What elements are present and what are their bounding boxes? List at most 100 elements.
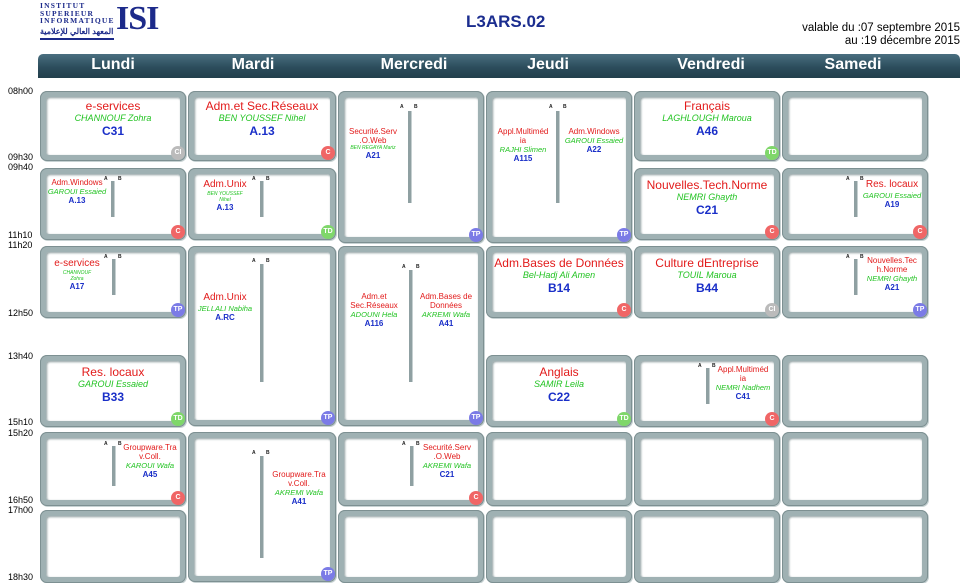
session-type-badge: C <box>765 225 779 239</box>
group-b-label: B <box>414 104 418 110</box>
slot-saturday-0940[interactable]: A B Res. locaux GAROUI Essaied A19 C <box>782 168 928 240</box>
room-label: C31 <box>101 124 124 138</box>
slot-wednesday-1520[interactable]: A B Securité.Serv .O.Web AKREMI Wafa C21… <box>338 432 484 506</box>
slot-monday-1520[interactable]: A B Groupware.Tra v.Coll. KAROUI Wafa A4… <box>40 432 186 506</box>
time-1510: 15h10 <box>8 417 34 427</box>
slot-friday-1120[interactable]: Culture dEntreprise TOUIL Maroua B44 CI <box>634 246 780 318</box>
slot-tuesday-1520[interactable]: A B Groupware.Tra v.Coll. AKREMI Wafa A4… <box>188 432 336 582</box>
subject-label: Adm.et Sec.Réseaux <box>205 99 319 113</box>
slot-tuesday-1120[interactable]: A B Adm.Unix JELLALI Nabiha A.RC TP <box>188 246 336 426</box>
subject-label: Adm.Bases de Données <box>494 256 624 270</box>
slot-saturday-1340-empty[interactable] <box>782 355 928 427</box>
room-label: C21 <box>439 470 455 479</box>
slot-monday-0800[interactable]: e-services CHANNOUF Zohra C31 CI <box>40 91 186 161</box>
session-type-badge: TP <box>913 303 927 317</box>
subject-label-line-1: Securité.Serv <box>348 127 398 136</box>
session-type-badge: C <box>171 491 185 505</box>
group-divider <box>260 181 263 217</box>
subject-label: Res. locaux <box>81 365 145 379</box>
slot-wednesday-1120[interactable]: A B Adm.et Sec.Réseaux ADOUNI Hela A116 … <box>338 246 484 426</box>
day-saturday: Samedi <box>824 56 882 73</box>
time-1700: 17h00 <box>8 505 34 515</box>
slot-thursday-1520-empty[interactable] <box>486 432 632 506</box>
group-a-room: A116 <box>364 319 384 328</box>
teacher-label: NEMRI Ghayth <box>866 274 918 283</box>
slot-saturday-1520-empty[interactable] <box>782 432 928 506</box>
session-type-badge: TD <box>765 146 779 160</box>
room-label: A.13 <box>216 203 234 212</box>
slot-thursday-0800[interactable]: A B Appl.Multiméd ia RAJHI Slimen A115 A… <box>486 91 632 243</box>
group-a-room: A115 <box>513 154 533 163</box>
session-type-badge: C <box>171 225 185 239</box>
valid-to: au :19 décembre 2015 <box>844 35 960 47</box>
group-divider <box>706 368 709 404</box>
slot-monday-1700-empty[interactable] <box>40 510 186 583</box>
group-b-label: B <box>266 258 270 264</box>
teacher-label: Bel-Hadj Ali Amen <box>522 270 596 280</box>
session-type-badge: C <box>913 225 927 239</box>
slot-thursday-1700-empty[interactable] <box>486 510 632 583</box>
slot-tuesday-0940[interactable]: A B Adm.Unix BEN YOUSSEF Nihel A.13 TD <box>188 168 336 240</box>
slot-saturday-0800-empty[interactable] <box>782 91 928 161</box>
slot-friday-1340[interactable]: A B Appl.Multiméd ia NEMRI Nadhem C41 C <box>634 355 780 427</box>
subject-label-line-1: Securité.Serv <box>422 443 472 452</box>
session-type-badge: TD <box>321 225 335 239</box>
session-type-badge: C <box>469 491 483 505</box>
slot-saturday-1700-empty[interactable] <box>782 510 928 583</box>
subject-label: Français <box>683 99 730 113</box>
logo-arabic: المعهد العالي للإعلامية <box>40 27 114 36</box>
slot-friday-0940[interactable]: Nouvelles.Tech.Norme NEMRI Ghayth C21 C <box>634 168 780 240</box>
day-monday: Lundi <box>91 56 135 73</box>
slot-monday-1120[interactable]: A B e-services CHANNOUF Zohra A17 TP <box>40 246 186 318</box>
day-thursday: Jeudi <box>527 56 569 73</box>
group-divider <box>854 181 857 217</box>
teacher-label: JELLALI Nabiha <box>197 304 253 313</box>
group-divider <box>111 181 114 217</box>
room-label: A46 <box>695 124 718 138</box>
subject-label-line-1: Nouvelles.Tec <box>867 256 917 265</box>
room-label: C22 <box>547 390 570 404</box>
day-wednesday: Mercredi <box>380 56 448 73</box>
teacher-label: NEMRI Nadhem <box>715 383 771 392</box>
slot-wednesday-1700-empty[interactable] <box>338 510 484 583</box>
class-title: L3ARS.02 <box>466 12 546 31</box>
group-b-label: B <box>266 176 270 182</box>
group-a-label: A <box>400 104 404 110</box>
group-b-teacher: AKREMI Wafa <box>421 310 471 319</box>
teacher-label: NEMRI Ghayth <box>676 192 738 202</box>
slot-thursday-1340[interactable]: Anglais SAMIR Leila C22 TD <box>486 355 632 427</box>
slot-friday-0800[interactable]: Français LAGHLOUGH Maroua A46 TD <box>634 91 780 161</box>
slot-wednesday-0800[interactable]: A B Securité.Serv .O.Web BEN REGAYA Mari… <box>338 91 484 243</box>
time-1250: 12h50 <box>8 308 34 318</box>
group-a-label: A <box>252 258 256 264</box>
group-b-label: B <box>416 264 420 270</box>
subject-label: Culture dEntreprise <box>655 256 759 270</box>
slot-friday-1520-empty[interactable] <box>634 432 780 506</box>
logo-underline <box>40 38 114 40</box>
room-label: A.RC <box>215 313 235 322</box>
group-a-label: A <box>549 104 553 110</box>
slot-monday-0940[interactable]: A B Adm.Windows GAROUI Essaied A.13 C <box>40 168 186 240</box>
subject-label: Adm.Windows <box>51 178 103 187</box>
teacher-label: KAROUI Wafa <box>125 461 175 470</box>
group-a-teacher: ADOUNI Hela <box>350 310 398 319</box>
room-label: A45 <box>142 470 158 479</box>
slot-thursday-1120[interactable]: Adm.Bases de Données Bel-Hadj Ali Amen B… <box>486 246 632 318</box>
subject-label-line-2: v.Coll. <box>288 479 310 488</box>
time-1120: 11h20 <box>8 240 33 250</box>
session-type-badge: TP <box>321 411 335 425</box>
slot-friday-1700-empty[interactable] <box>634 510 780 583</box>
session-type-badge: CI <box>765 303 779 317</box>
slot-monday-1340[interactable]: Res. locaux GAROUI Essaied B33 TD <box>40 355 186 427</box>
group-b-subject-line-2: Données <box>429 301 463 310</box>
group-a-subject-line-2: Sec.Réseaux <box>350 301 398 310</box>
group-divider <box>260 456 263 558</box>
subject-label-line-2: ia <box>739 374 747 383</box>
slot-saturday-1120[interactable]: A B Nouvelles.Tec h.Norme NEMRI Ghayth A… <box>782 246 928 318</box>
group-a-label: A <box>846 254 850 260</box>
group-a-teacher: RAJHI Slimen <box>499 145 547 154</box>
slot-tuesday-0800[interactable]: Adm.et Sec.Réseaux BEN YOUSSEF Nihel A.1… <box>188 91 336 161</box>
group-a-label: A <box>402 264 406 270</box>
teacher-label: LAGHLOUGH Maroua <box>662 113 752 123</box>
group-divider <box>408 111 411 203</box>
